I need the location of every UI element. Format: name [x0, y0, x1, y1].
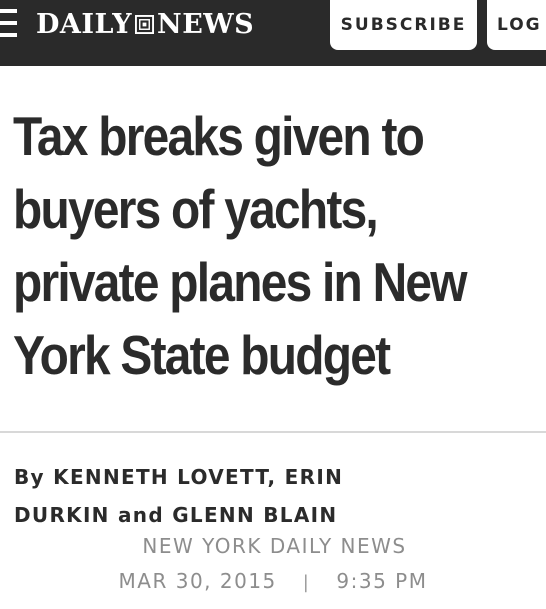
- article-source: NEW YORK DAILY NEWS: [142, 534, 407, 558]
- headline-divider: [0, 431, 546, 433]
- daily-news-logo[interactable]: DAILY NEWS: [36, 6, 254, 42]
- article-dateline: MAR 30, 2015 | 9:35 PM: [0, 569, 546, 593]
- top-navigation-bar: DAILY NEWS SUBSCRIBE LOG: [0, 0, 546, 66]
- login-button[interactable]: LOG: [487, 0, 546, 50]
- logo-seal-icon: [135, 14, 155, 34]
- headline-line: private planes in New: [13, 251, 468, 313]
- subscribe-button[interactable]: SUBSCRIBE: [330, 0, 477, 50]
- publish-time: 9:35 PM: [336, 569, 428, 593]
- headline-line: buyers of yachts,: [13, 178, 379, 240]
- headline-line: York State budget: [13, 324, 391, 386]
- logo-text-daily: DAILY: [36, 8, 133, 40]
- logo-text-news: NEWS: [157, 8, 255, 40]
- article-headline: Tax breaks given to buyers of yachts, pr…: [13, 100, 487, 392]
- byline-line: By KENNETH LOVETT, ERIN: [14, 465, 344, 489]
- article-byline: By KENNETH LOVETT, ERIN DURKIN and GLENN…: [14, 458, 343, 534]
- dateline-separator: |: [302, 572, 311, 593]
- publish-date: MAR 30, 2015: [118, 569, 277, 593]
- menu-icon[interactable]: [0, 9, 18, 39]
- headline-line: Tax breaks given to: [13, 105, 425, 167]
- byline-line: DURKIN and GLENN BLAIN: [14, 503, 338, 527]
